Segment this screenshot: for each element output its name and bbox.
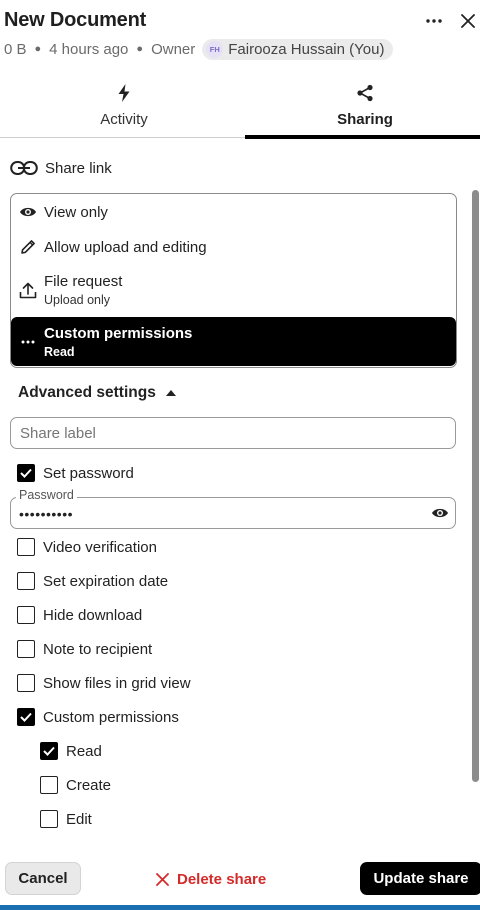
toggle-password-visibility[interactable] (428, 503, 452, 523)
permission-upload-editing[interactable]: Allow upload and editing (11, 233, 456, 261)
more-horizontal-icon (21, 340, 34, 343)
checkbox-label: Show files in grid view (43, 674, 191, 692)
note-to-recipient-checkbox[interactable]: Note to recipient (17, 637, 152, 661)
set-password-checkbox[interactable]: Set password (17, 461, 134, 485)
more-horizontal-icon (426, 19, 442, 23)
checkbox-unchecked (17, 538, 35, 556)
tab-sharing[interactable]: Sharing (245, 78, 480, 138)
close-icon (156, 872, 169, 886)
checkbox-unchecked (40, 810, 58, 828)
advanced-settings-label: Advanced settings (18, 384, 156, 401)
bottom-accent-bar (0, 905, 480, 910)
close-button[interactable] (455, 8, 480, 34)
permission-file-request[interactable]: File request Upload only (11, 270, 456, 310)
file-size: 0 B (4, 40, 27, 58)
permission-label: Custom permissions (44, 324, 193, 342)
caret-up-icon (165, 390, 176, 396)
owner-name: Fairooza Hussain (You) (228, 40, 385, 58)
modified-time: 4 hours ago (49, 40, 129, 58)
share-icon (357, 84, 373, 102)
checkbox-unchecked (17, 606, 35, 624)
update-share-button[interactable]: Update share (360, 862, 480, 895)
permission-view-only[interactable]: View only (11, 198, 456, 226)
checkbox-label: Set expiration date (43, 572, 169, 590)
cancel-button[interactable]: Cancel (5, 862, 81, 895)
file-meta: 0 B ● 4 hours ago ● Owner FH Fairooza Hu… (4, 38, 394, 60)
tab-label: Activity (100, 111, 148, 128)
owner-role: Owner (151, 40, 196, 58)
edit-permission-checkbox[interactable]: Edit (40, 807, 92, 831)
checkbox-checked (17, 708, 35, 726)
checkbox-unchecked (17, 572, 35, 590)
separator-dot: ● (34, 43, 42, 55)
more-options-button[interactable] (421, 8, 447, 34)
checkbox-label: Hide download (43, 606, 143, 624)
scrollbar[interactable] (472, 190, 479, 782)
eye-icon (19, 207, 36, 217)
share-link-label: Share link (45, 159, 112, 177)
checkbox-label: Set password (43, 464, 134, 482)
expiration-date-checkbox[interactable]: Set expiration date (17, 569, 168, 593)
check-icon (20, 712, 32, 722)
upload-icon (19, 282, 36, 298)
checkbox-label: Read (66, 742, 102, 760)
owner-chip[interactable]: FH Fairooza Hussain (You) (202, 38, 394, 60)
permission-custom[interactable]: Custom permissions Read (11, 317, 456, 366)
close-icon (461, 14, 475, 28)
permission-list: View only Allow upload and editing File … (10, 193, 457, 368)
tab-label: Sharing (337, 111, 393, 128)
permission-label: File request (44, 273, 123, 290)
delete-share-label: Delete share (177, 870, 267, 888)
read-permission-checkbox[interactable]: Read (40, 739, 102, 763)
checkbox-label: Create (66, 776, 112, 794)
active-tab-indicator (245, 135, 480, 139)
checkbox-label: Note to recipient (43, 640, 153, 658)
permission-label: Allow upload and editing (44, 238, 207, 256)
checkbox-unchecked (17, 674, 35, 692)
advanced-settings-toggle[interactable]: Advanced settings (18, 381, 176, 405)
share-label-input[interactable] (10, 417, 456, 449)
pencil-icon (20, 240, 35, 254)
checkbox-label: Custom permissions (43, 708, 179, 726)
create-permission-checkbox[interactable]: Create (40, 773, 111, 797)
delete-share-button[interactable]: Delete share (156, 866, 266, 892)
page-title: New Document (4, 9, 147, 31)
grid-view-checkbox[interactable]: Show files in grid view (17, 671, 191, 695)
check-icon (20, 468, 32, 478)
password-value: •••••••••• (19, 506, 74, 522)
share-link-header: Share link (10, 156, 112, 180)
checkbox-checked (17, 464, 35, 482)
permission-sublabel: Upload only (44, 293, 111, 307)
permission-label: View only (44, 203, 108, 221)
checkbox-unchecked (17, 640, 35, 658)
password-label: Password (16, 488, 77, 502)
checkbox-unchecked (40, 776, 58, 794)
link-icon (10, 161, 38, 175)
lightning-icon (118, 84, 130, 102)
checkbox-checked (40, 742, 58, 760)
custom-permissions-checkbox[interactable]: Custom permissions (17, 705, 179, 729)
check-icon (43, 746, 55, 756)
permission-sublabel: Read (44, 344, 75, 359)
checkbox-label: Video verification (43, 538, 157, 556)
avatar: FH (206, 40, 224, 58)
checkbox-label: Edit (66, 810, 92, 828)
video-verification-checkbox[interactable]: Video verification (17, 535, 157, 559)
password-field[interactable] (10, 497, 456, 529)
eye-icon (432, 508, 448, 518)
tab-activity[interactable]: Activity (4, 78, 244, 138)
hide-download-checkbox[interactable]: Hide download (17, 603, 142, 627)
tab-divider (0, 137, 245, 138)
separator-dot: ● (136, 43, 144, 55)
